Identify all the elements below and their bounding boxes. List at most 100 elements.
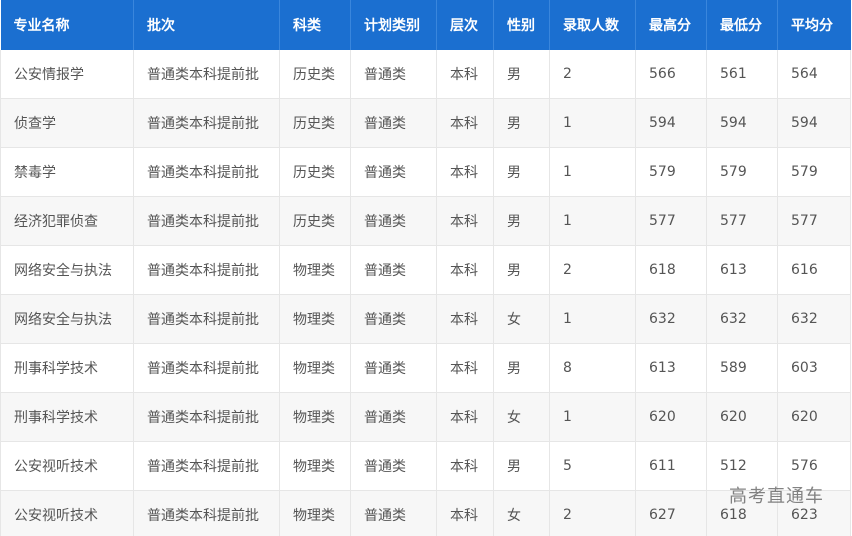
cell-gender: 男 — [493, 50, 550, 99]
cell-admitted-count: 1 — [549, 196, 636, 246]
cell-batch: 普通类本科提前批 — [133, 98, 280, 148]
cell-avg-score: 603 — [777, 343, 851, 393]
cell-avg-score: 577 — [777, 196, 851, 246]
cell-max-score: 627 — [635, 490, 707, 536]
table-row: 公安视听技术 普通类本科提前批 物理类 普通类 本科女 2 627 618 623 — [0, 490, 851, 536]
header-subject-category: 科类 — [279, 0, 351, 50]
cell-min-score: 594 — [706, 98, 778, 148]
cell-admitted-count: 8 — [549, 343, 636, 393]
cell-level: 本科 — [436, 343, 494, 393]
cell-subject-category: 物理类 — [279, 490, 351, 536]
cell-gender: 女 — [493, 392, 550, 442]
cell-major-name: 侦查学 — [0, 98, 134, 148]
cell-plan-type: 普通类 — [350, 98, 437, 148]
cell-min-score: 579 — [706, 147, 778, 197]
cell-plan-type: 普通类 — [350, 490, 437, 536]
cell-major-name: 禁毒学 — [0, 147, 134, 197]
table-row: 刑事科学技术 普通类本科提前批 物理类 普通类 本科女 1 620 620 620 — [0, 392, 851, 442]
cell-subject-category: 历史类 — [279, 196, 351, 246]
table-row: 经济犯罪侦查 普通类本科提前批 历史类 普通类 本科男 1 577 577 577 — [0, 196, 851, 246]
cell-plan-type: 普通类 — [350, 441, 437, 491]
table-header: 专业名称 批次 科类 计划类别 层次 性别 录取人数 最高分 最低分 平均分 — [0, 0, 851, 50]
cell-gender: 男 — [493, 147, 550, 197]
cell-subject-category: 物理类 — [279, 441, 351, 491]
table-row: 侦查学 普通类本科提前批 历史类 普通类 本科男 1 594 594 594 — [0, 98, 851, 148]
cell-batch: 普通类本科提前批 — [133, 245, 280, 295]
cell-avg-score: 616 — [777, 245, 851, 295]
watermark-logo-text: 高考直通车 — [729, 486, 824, 507]
cell-major-name: 公安视听技术 — [0, 441, 134, 491]
cell-avg-score: 632 — [777, 294, 851, 344]
cell-plan-type: 普通类 — [350, 392, 437, 442]
cell-min-score: 620 — [706, 392, 778, 442]
cell-min-score: 613 — [706, 245, 778, 295]
header-avg-score: 平均分 — [777, 0, 851, 50]
cell-plan-type: 普通类 — [350, 50, 437, 99]
header-min-score: 最低分 — [706, 0, 778, 50]
table-body: 公安情报学 普通类本科提前批 历史类 普通类 本科男 2 566 561 564 侦查学 普通类本科… — [0, 50, 851, 536]
table-row: 网络安全与执法 普通类本科提前批 物理类 普通类 本科女 1 632 632 632 — [0, 294, 851, 344]
cell-batch: 普通类本科提前批 — [133, 343, 280, 393]
cell-admitted-count: 5 — [549, 441, 636, 491]
cell-admitted-count: 1 — [549, 98, 636, 148]
cell-max-score: 620 — [635, 392, 707, 442]
cell-batch: 普通类本科提前批 — [133, 147, 280, 197]
cell-major-name: 网络安全与执法 — [0, 245, 134, 295]
header-plan-type: 计划类别 — [350, 0, 437, 50]
cell-batch: 普通类本科提前批 — [133, 196, 280, 246]
cell-min-score: 589 — [706, 343, 778, 393]
cell-batch: 普通类本科提前批 — [133, 490, 280, 536]
cell-subject-category: 历史类 — [279, 147, 351, 197]
admission-scores-table-container: 专业名称 批次 科类 计划类别 层次 性别 录取人数 最高分 最低分 平均分 公… — [0, 0, 852, 536]
cell-admitted-count: 1 — [549, 392, 636, 442]
header-level: 层次 — [436, 0, 494, 50]
cell-avg-score: 564 — [777, 50, 851, 99]
cell-major-name: 网络安全与执法 — [0, 294, 134, 344]
cell-level: 本科 — [436, 98, 494, 148]
header-batch: 批次 — [133, 0, 280, 50]
cell-max-score: 611 — [635, 441, 707, 491]
header-gender: 性别 — [493, 0, 550, 50]
header-row: 专业名称 批次 科类 计划类别 层次 性别 录取人数 最高分 最低分 平均分 — [0, 0, 851, 50]
cell-level: 本科 — [436, 490, 494, 536]
cell-gender: 男 — [493, 98, 550, 148]
cell-batch: 普通类本科提前批 — [133, 50, 280, 99]
cell-max-score: 618 — [635, 245, 707, 295]
cell-max-score: 579 — [635, 147, 707, 197]
cell-max-score: 594 — [635, 98, 707, 148]
cell-subject-category: 历史类 — [279, 50, 351, 99]
table-row: 公安情报学 普通类本科提前批 历史类 普通类 本科男 2 566 561 564 — [0, 50, 851, 99]
cell-subject-category: 物理类 — [279, 392, 351, 442]
cell-gender: 女 — [493, 294, 550, 344]
cell-major-name: 经济犯罪侦查 — [0, 196, 134, 246]
table-row: 网络安全与执法 普通类本科提前批 物理类 普通类 本科男 2 618 613 616 — [0, 245, 851, 295]
cell-admitted-count: 1 — [549, 294, 636, 344]
cell-plan-type: 普通类 — [350, 294, 437, 344]
header-major-name: 专业名称 — [0, 0, 134, 50]
header-admitted-count: 录取人数 — [549, 0, 636, 50]
cell-plan-type: 普通类 — [350, 343, 437, 393]
cell-level: 本科 — [436, 196, 494, 246]
cell-plan-type: 普通类 — [350, 245, 437, 295]
cell-major-name: 刑事科学技术 — [0, 343, 134, 393]
cell-batch: 普通类本科提前批 — [133, 392, 280, 442]
cell-gender: 男 — [493, 245, 550, 295]
cell-major-name: 公安情报学 — [0, 50, 134, 99]
cell-gender: 男 — [493, 441, 550, 491]
cell-subject-category: 物理类 — [279, 245, 351, 295]
cell-batch: 普通类本科提前批 — [133, 441, 280, 491]
cell-max-score: 632 — [635, 294, 707, 344]
cell-level: 本科 — [436, 294, 494, 344]
cell-max-score: 577 — [635, 196, 707, 246]
cell-min-score: 577 — [706, 196, 778, 246]
cell-level: 本科 — [436, 392, 494, 442]
cell-batch: 普通类本科提前批 — [133, 294, 280, 344]
table-row: 刑事科学技术 普通类本科提前批 物理类 普通类 本科男 8 613 589 603 — [0, 343, 851, 393]
cell-admitted-count: 2 — [549, 490, 636, 536]
cell-subject-category: 物理类 — [279, 343, 351, 393]
table-row: 公安视听技术 普通类本科提前批 物理类 普通类 本科男 5 611 512 576 — [0, 441, 851, 491]
cell-min-score: 632 — [706, 294, 778, 344]
cell-level: 本科 — [436, 245, 494, 295]
cell-avg-score: 579 — [777, 147, 851, 197]
cell-avg-score: 620 — [777, 392, 851, 442]
